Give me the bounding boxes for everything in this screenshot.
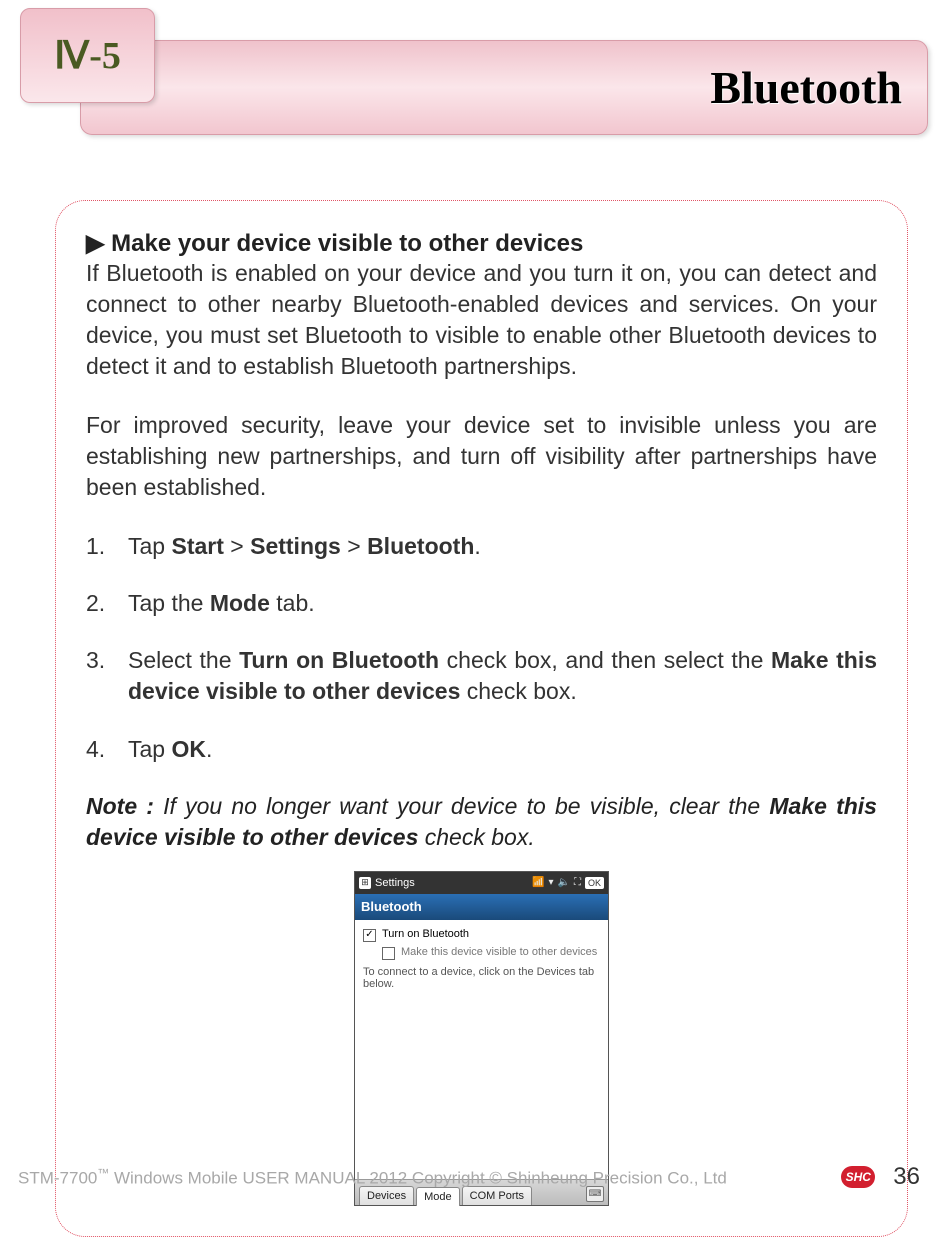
page-footer: STM-7700™ Windows Mobile USER MANUAL 201…: [0, 1163, 948, 1191]
text: .: [474, 533, 480, 559]
page-number: 36: [893, 1163, 920, 1191]
text: tab.: [270, 590, 315, 616]
shc-logo: SHC: [841, 1166, 875, 1188]
checkbox-label-turn-on: Turn on Bluetooth: [382, 928, 469, 940]
text: >: [224, 533, 250, 559]
checkbox-make-visible: [382, 947, 395, 960]
text: Tap the: [128, 590, 210, 616]
device-screen-title: Bluetooth: [355, 894, 608, 920]
signal-icon: 📶: [532, 877, 544, 888]
bold-bluetooth: Bluetooth: [367, 533, 474, 559]
note-text: If you no longer want your device to be …: [154, 793, 769, 819]
device-hint-text: To connect to a device, click on the Dev…: [363, 966, 600, 990]
note-text: check box.: [418, 824, 534, 850]
step-2: Tap the Mode tab.: [86, 588, 877, 619]
device-screen-body: ✓ Turn on Bluetooth Make this device vis…: [355, 920, 608, 1179]
step-3: Select the Turn on Bluetooth check box, …: [86, 645, 877, 707]
antenna-icon: ▾: [549, 877, 554, 888]
ok-button: OK: [585, 877, 604, 889]
text: Tap: [128, 736, 171, 762]
step-1: Tap Start > Settings > Bluetooth.: [86, 531, 877, 562]
checkbox-label-make-visible: Make this device visible to other device…: [401, 946, 597, 958]
bold-ok: OK: [171, 736, 206, 762]
page-title-bar: Bluetooth: [80, 40, 928, 135]
device-statusbar: ⊞ Settings 📶 ▾ 🔈 ⛶ OK: [355, 872, 608, 894]
note-label: Note :: [86, 793, 154, 819]
expand-icon: ⛶: [574, 877, 581, 888]
section-number-tab: Ⅳ-5: [20, 8, 155, 103]
start-icon: ⊞: [359, 877, 371, 889]
bold-start: Start: [171, 533, 223, 559]
content-panel: ▶ Make your device visible to other devi…: [55, 200, 908, 1237]
statusbar-title: Settings: [375, 877, 415, 889]
section-heading: ▶ Make your device visible to other devi…: [86, 229, 877, 258]
bold-mode: Mode: [210, 590, 270, 616]
bold-turn-on: Turn on Bluetooth: [239, 647, 439, 673]
footer-copyright: STM-7700™ Windows Mobile USER MANUAL 201…: [18, 1166, 841, 1189]
footer-text: Windows Mobile USER MANUAL 2012 Copyrigh…: [109, 1168, 727, 1187]
paragraph-1: If Bluetooth is enabled on your device a…: [86, 258, 877, 382]
text: check box.: [460, 678, 576, 704]
volume-icon: 🔈: [558, 877, 570, 888]
bold-settings: Settings: [250, 533, 341, 559]
section-number: Ⅳ-5: [54, 33, 121, 78]
paragraph-2: For improved security, leave your device…: [86, 410, 877, 503]
note-paragraph: Note : If you no longer want your device…: [86, 791, 877, 853]
step-4: Tap OK.: [86, 734, 877, 765]
text: >: [341, 533, 367, 559]
steps-list: Tap Start > Settings > Bluetooth. Tap th…: [86, 531, 877, 764]
text: Select the: [128, 647, 239, 673]
page-title: Bluetooth: [710, 61, 902, 114]
text: check box, and then select the: [439, 647, 771, 673]
trademark-icon: ™: [97, 1166, 109, 1180]
device-screenshot: ⊞ Settings 📶 ▾ 🔈 ⛶ OK Bluetooth ✓ Turn o…: [354, 871, 609, 1206]
text: Tap: [128, 533, 171, 559]
text: .: [206, 736, 212, 762]
footer-model: STM-7700: [18, 1168, 97, 1187]
checkbox-turn-on-bluetooth: ✓: [363, 929, 376, 942]
